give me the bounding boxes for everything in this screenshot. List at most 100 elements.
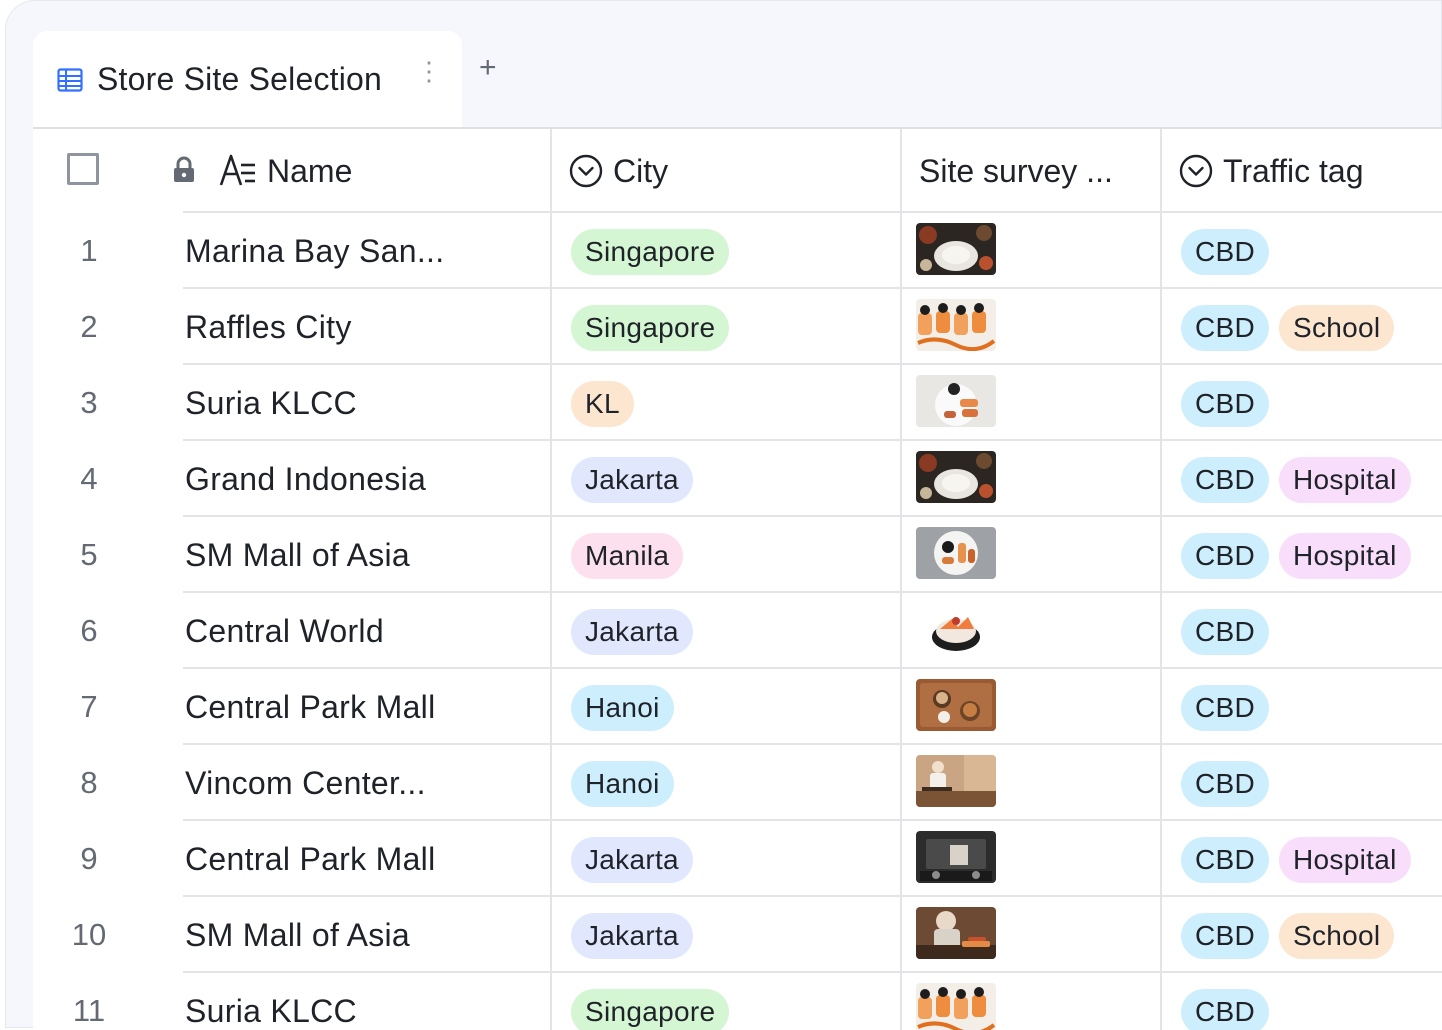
name-cell[interactable]: Raffles City (185, 289, 352, 365)
site-survey-thumbnail[interactable] (916, 527, 996, 579)
table-row[interactable]: 10 SM Mall of Asia Jakarta CBD School (33, 897, 1442, 973)
traffic-tag-cell[interactable]: CBD School (1181, 913, 1395, 959)
traffic-tag-cell[interactable]: CBD Hospital (1181, 457, 1411, 503)
site-survey-thumbnail[interactable] (916, 451, 996, 503)
table-row[interactable]: 9 Central Park Mall Jakarta CBD Hospital (33, 821, 1442, 897)
city-cell[interactable]: Hanoi (571, 761, 674, 807)
city-tag: Manila (571, 533, 684, 579)
name-cell[interactable]: Suria KLCC (185, 365, 357, 441)
more-options-icon[interactable]: ⋮ (416, 57, 442, 85)
table-row[interactable]: 5 SM Mall of Asia Manila CBD Hospital (33, 517, 1442, 593)
city-cell[interactable]: Singapore (571, 989, 730, 1030)
traffic-tag-cell[interactable]: CBD (1181, 229, 1270, 275)
site-survey-thumbnail[interactable] (916, 603, 996, 655)
row-number: 2 (80, 309, 98, 344)
city-cell[interactable]: Singapore (571, 229, 730, 275)
traffic-tag-cell[interactable]: CBD School (1181, 305, 1395, 351)
single-select-icon (569, 154, 603, 188)
table-row[interactable]: 1 Marina Bay San... Singapore CBD (33, 213, 1442, 289)
city-tag: Singapore (571, 229, 730, 275)
site-survey-thumbnail[interactable] (916, 755, 996, 807)
table-row[interactable]: 7 Central Park Mall Hanoi CBD (33, 669, 1442, 745)
city-cell[interactable]: Jakarta (571, 913, 693, 959)
column-header-traffic-tag[interactable]: Traffic tag (1179, 129, 1364, 213)
name-cell[interactable]: Marina Bay San... (185, 213, 444, 289)
traffic-tag-cell[interactable]: CBD (1181, 685, 1270, 731)
traffic-tag-cbd: CBD (1181, 913, 1270, 959)
site-survey-thumbnail[interactable] (916, 299, 996, 351)
traffic-tag-hospital: Hospital (1279, 837, 1411, 883)
traffic-tag-cbd: CBD (1181, 381, 1270, 427)
table-row[interactable]: 4 Grand Indonesia Jakarta CBD Hospital (33, 441, 1442, 517)
site-survey-thumbnail[interactable] (916, 679, 996, 731)
name-cell[interactable]: Suria KLCC (185, 973, 357, 1030)
text-field-icon (219, 154, 255, 186)
name-cell[interactable]: Central World (185, 593, 384, 669)
table-row[interactable]: 2 Raffles City Singapore CBD School (33, 289, 1442, 365)
name-cell[interactable]: Grand Indonesia (185, 441, 426, 517)
column-header-city[interactable]: City (569, 129, 668, 213)
row-number: 7 (80, 689, 98, 724)
select-all-checkbox[interactable] (67, 153, 99, 185)
name-cell[interactable]: SM Mall of Asia (185, 517, 410, 593)
lock-icon (174, 156, 194, 182)
city-tag: Jakarta (571, 609, 693, 655)
column-header-site-survey[interactable]: Site survey ... (919, 129, 1113, 213)
city-cell[interactable]: KL (571, 381, 634, 427)
row-number: 11 (72, 993, 106, 1028)
city-cell[interactable]: Singapore (571, 305, 730, 351)
column-header-site-survey-label: Site survey ... (919, 152, 1113, 189)
row-number: 3 (80, 385, 98, 420)
site-survey-thumbnail[interactable] (916, 375, 996, 427)
site-survey-thumbnail[interactable] (916, 831, 996, 883)
add-tab-button[interactable]: + (479, 51, 497, 85)
city-tag: Jakarta (571, 913, 693, 959)
row-number: 1 (80, 233, 98, 268)
traffic-tag-cell[interactable]: CBD (1181, 761, 1270, 807)
site-survey-thumbnail[interactable] (916, 983, 996, 1030)
row-number: 5 (80, 537, 98, 572)
traffic-tag-cbd: CBD (1181, 533, 1270, 579)
traffic-tag-school: School (1279, 305, 1395, 351)
traffic-tag-cell[interactable]: CBD Hospital (1181, 837, 1411, 883)
traffic-tag-hospital: Hospital (1279, 457, 1411, 503)
city-cell[interactable]: Hanoi (571, 685, 674, 731)
traffic-tag-school: School (1279, 913, 1395, 959)
tab-store-site-selection[interactable]: Store Site Selection ⋮ (33, 31, 462, 128)
city-cell[interactable]: Jakarta (571, 457, 693, 503)
table-row[interactable]: 6 Central World Jakarta CBD (33, 593, 1442, 669)
city-cell[interactable]: Manila (571, 533, 684, 579)
row-number: 6 (80, 613, 98, 648)
city-cell[interactable]: Jakarta (571, 837, 693, 883)
traffic-tag-cbd: CBD (1181, 761, 1270, 807)
traffic-tag-cell[interactable]: CBD (1181, 609, 1270, 655)
city-tag: Singapore (571, 305, 730, 351)
traffic-tag-cbd: CBD (1181, 457, 1270, 503)
row-number: 9 (80, 841, 98, 876)
traffic-tag-cell[interactable]: CBD Hospital (1181, 533, 1411, 579)
city-cell[interactable]: Jakarta (571, 609, 693, 655)
traffic-tag-cbd: CBD (1181, 837, 1270, 883)
table-row[interactable]: 3 Suria KLCC KL CBD (33, 365, 1442, 441)
table-icon (57, 67, 83, 93)
name-cell[interactable]: Vincom Center... (185, 745, 426, 821)
table-row[interactable]: 11 Suria KLCC Singapore CBD (33, 973, 1442, 1030)
traffic-tag-hospital: Hospital (1279, 533, 1411, 579)
site-survey-thumbnail[interactable] (916, 223, 996, 275)
name-cell[interactable]: Central Park Mall (185, 821, 436, 897)
column-header-traffic-tag-label: Traffic tag (1223, 152, 1364, 189)
data-grid: Name City Site survey ... Traffic tag 1 … (33, 127, 1442, 1030)
traffic-tag-cbd: CBD (1181, 609, 1270, 655)
traffic-tag-cbd: CBD (1181, 685, 1270, 731)
row-number: 4 (80, 461, 98, 496)
traffic-tag-cbd: CBD (1181, 305, 1270, 351)
table-row[interactable]: 8 Vincom Center... Hanoi CBD (33, 745, 1442, 821)
name-cell[interactable]: Central Park Mall (185, 669, 436, 745)
traffic-tag-cell[interactable]: CBD (1181, 381, 1270, 427)
traffic-tag-cell[interactable]: CBD (1181, 989, 1270, 1030)
name-cell[interactable]: SM Mall of Asia (185, 897, 410, 973)
city-tag: KL (571, 381, 634, 427)
city-tag: Jakarta (571, 837, 693, 883)
column-header-name[interactable]: Name (267, 129, 352, 213)
site-survey-thumbnail[interactable] (916, 907, 996, 959)
